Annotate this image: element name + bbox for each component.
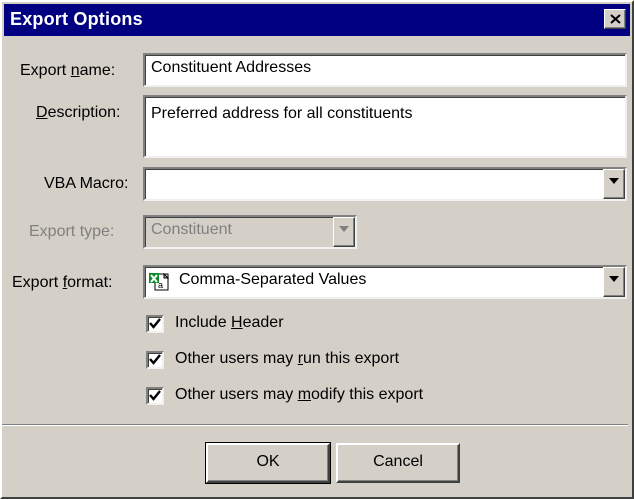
vba-macro-dropdown-button[interactable] xyxy=(603,169,625,199)
others-modify-checkbox[interactable] xyxy=(146,387,164,405)
export-format-label: Export format: xyxy=(12,274,113,291)
ok-button[interactable]: OK xyxy=(205,442,331,484)
title-bar[interactable]: Export Options xyxy=(4,4,630,36)
excel-csv-icon: a xyxy=(149,272,170,291)
export-type-dropdown-button xyxy=(333,217,355,247)
export-format-dropdown-button[interactable] xyxy=(603,267,625,297)
checkmark-icon xyxy=(149,390,161,401)
checkmark-icon xyxy=(149,354,161,365)
others-run-checkbox[interactable] xyxy=(146,351,164,369)
close-icon xyxy=(610,14,621,24)
export-type-label: Export type: xyxy=(29,223,115,240)
others-modify-label[interactable]: Other users may modify this export xyxy=(175,386,423,404)
vba-macro-label: VBA Macro: xyxy=(44,175,129,192)
chevron-down-icon xyxy=(609,276,619,282)
dialog-title: Export Options xyxy=(10,9,143,29)
checkmark-icon xyxy=(149,318,161,329)
vba-macro-select[interactable] xyxy=(143,167,627,201)
chevron-down-icon xyxy=(609,178,619,184)
include-header-label[interactable]: Include Header xyxy=(175,314,284,332)
separator xyxy=(2,424,628,426)
include-header-checkbox[interactable] xyxy=(146,315,164,333)
export-name-field[interactable]: Constituent Addresses xyxy=(143,53,627,87)
export-type-select: Constituent xyxy=(143,215,357,249)
others-run-label[interactable]: Other users may run this export xyxy=(175,350,399,368)
export-format-value: Comma-Separated Values xyxy=(179,271,367,288)
export-format-select[interactable]: Comma-Separated Values xyxy=(143,265,627,299)
cancel-button[interactable]: Cancel xyxy=(336,443,460,483)
chevron-down-icon xyxy=(339,226,349,232)
close-button[interactable] xyxy=(604,9,626,29)
description-field[interactable]: Preferred address for all constituents xyxy=(143,95,627,158)
export-name-label: Export name: xyxy=(20,62,116,79)
description-label: Description: xyxy=(36,104,121,121)
